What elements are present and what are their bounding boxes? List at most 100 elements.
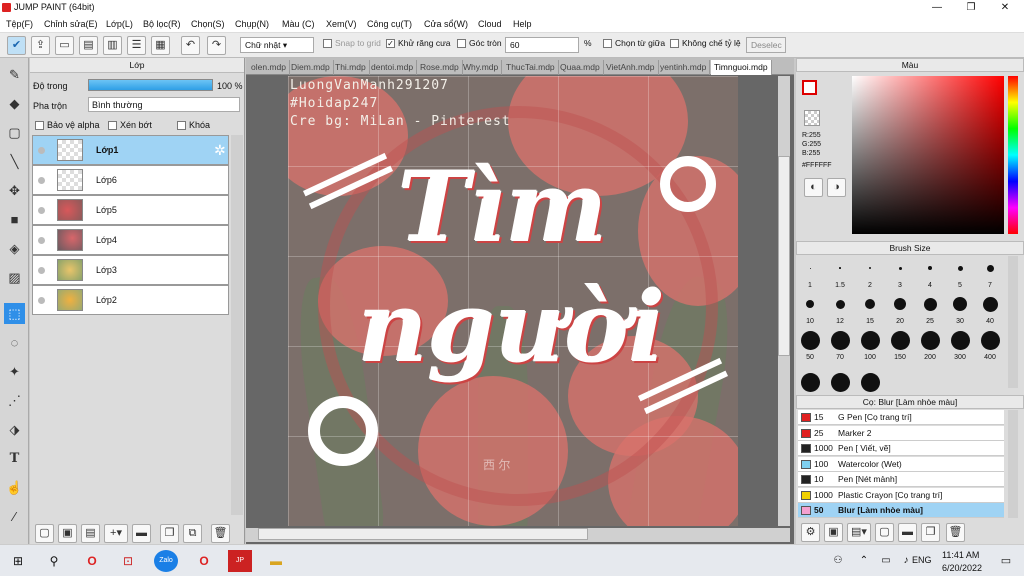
- brush-size-dot[interactable]: [800, 330, 820, 350]
- redo-icon[interactable]: ↷: [207, 36, 226, 55]
- tab-quaa[interactable]: Quaa.mdp: [557, 60, 604, 75]
- notification-icon[interactable]: ▭: [994, 550, 1018, 572]
- rectangle-icon[interactable]: ▢: [4, 122, 25, 143]
- hue-slider[interactable]: [1008, 76, 1018, 234]
- brush-row[interactable]: 1000 Plastic Crayon [Cọ trang trí]: [798, 487, 1004, 503]
- brush-row[interactable]: 1000 Pen [ Viết, vẽ]: [798, 441, 1004, 456]
- layer-scrollbar[interactable]: [231, 135, 243, 515]
- opacity-slider[interactable]: [88, 79, 213, 91]
- tray-up-icon[interactable]: ⌃: [852, 550, 876, 572]
- people-icon[interactable]: ⚇: [826, 550, 850, 572]
- brush-size-dot[interactable]: [986, 264, 994, 272]
- center-check[interactable]: Chọn từ giữa: [603, 38, 665, 49]
- brush-size-dot[interactable]: [861, 373, 880, 392]
- eyedropper-icon[interactable]: ⁄: [4, 506, 25, 527]
- message-icon[interactable]: ▤: [79, 36, 98, 55]
- tab-thuctai[interactable]: ThucTai.mdp: [503, 60, 559, 75]
- layer-row[interactable]: Lớp2: [32, 285, 229, 315]
- brush-size-dot[interactable]: [950, 330, 970, 350]
- page-icon[interactable]: ▥: [103, 36, 122, 55]
- menu-tools[interactable]: Công cụ(T): [367, 19, 412, 29]
- maximize-button[interactable]: ❐: [954, 0, 988, 16]
- brush-size-dot[interactable]: [831, 373, 850, 392]
- trash-icon[interactable]: 🗑: [211, 524, 230, 543]
- brush-size-dot[interactable]: [894, 298, 906, 310]
- palette-icon[interactable]: ◐: [804, 178, 823, 197]
- jump-paint-taskbar-icon[interactable]: JP: [228, 550, 252, 572]
- duplicate-icon[interactable]: ❐: [160, 524, 179, 543]
- menu-capture[interactable]: Chụp(N): [235, 19, 269, 29]
- brush-row[interactable]: 10 Pen [Nét mảnh]: [798, 472, 1004, 487]
- line-icon[interactable]: ╲: [4, 151, 25, 172]
- brush-settings-icon[interactable]: ⚙: [801, 523, 820, 542]
- brush-size-dot[interactable]: [980, 330, 1000, 350]
- brush-row[interactable]: 50 Blur [Làm nhòe màu]: [798, 503, 1004, 518]
- minimize-button[interactable]: —: [920, 0, 954, 16]
- layer-visibility-icon[interactable]: [38, 237, 45, 244]
- lasso-icon[interactable]: ◌: [4, 332, 25, 353]
- brush-size-dot[interactable]: [869, 267, 871, 269]
- blend-select[interactable]: Bình thường: [88, 97, 240, 112]
- menu-help[interactable]: Help: [513, 19, 532, 29]
- brush-size-dot[interactable]: [809, 267, 811, 269]
- comment-icon[interactable]: ▭: [55, 36, 74, 55]
- folder-icon[interactable]: ▬: [132, 524, 151, 543]
- brush-size-dot[interactable]: [928, 266, 932, 270]
- layer-visibility-icon[interactable]: [38, 207, 45, 214]
- tab-vietanh[interactable]: VietAnh.mdp: [603, 60, 659, 75]
- brush-size-scrollbar[interactable]: [1008, 256, 1018, 388]
- brush-size-dot[interactable]: [839, 267, 841, 269]
- start-icon[interactable]: ⊞: [6, 550, 30, 572]
- search-icon[interactable]: ⚲: [42, 550, 66, 572]
- brush-size-dot[interactable]: [806, 300, 814, 308]
- tab-yentinh[interactable]: yentinh.mdp: [657, 60, 711, 75]
- fixed-ratio-check[interactable]: Không chế tỷ lệ: [670, 38, 741, 49]
- menu-window[interactable]: Cửa sổ(W): [424, 19, 468, 29]
- brush-row[interactable]: 100 Watercolor (Wet): [798, 456, 1004, 472]
- brush-size-dot[interactable]: [982, 296, 998, 312]
- opera-gx-icon[interactable]: O: [192, 550, 216, 572]
- text-icon[interactable]: T: [4, 448, 25, 469]
- palette-2-icon[interactable]: ◑: [827, 178, 846, 197]
- file-explorer-icon[interactable]: ▬: [264, 550, 288, 572]
- snap-to-grid[interactable]: Snap to grid: [323, 38, 381, 49]
- app-icon-2[interactable]: ⊡: [116, 550, 140, 572]
- brush-size-dot[interactable]: [957, 265, 963, 271]
- pen-icon[interactable]: ✎: [4, 64, 25, 85]
- menu-edit[interactable]: Chỉnh sửa(E): [44, 19, 98, 29]
- new-layer-3-icon[interactable]: ▤: [81, 524, 100, 543]
- tab-dentoi[interactable]: dentoi.mdp: [368, 60, 418, 75]
- grid-icon[interactable]: ▦: [151, 36, 170, 55]
- layer-row[interactable]: Lớp1 ✲: [32, 135, 229, 165]
- clock-date[interactable]: 6/20/2022: [942, 563, 982, 573]
- language-indicator[interactable]: ENG: [912, 555, 932, 565]
- layer-visibility-icon[interactable]: [38, 147, 45, 154]
- clip-check[interactable]: Xén bớt: [108, 120, 152, 131]
- protect-alpha-check[interactable]: Bảo vệ alpha: [35, 120, 100, 131]
- select-eraser-icon[interactable]: ⬗: [4, 419, 25, 440]
- brush-duplicate-icon[interactable]: ❐: [921, 523, 940, 542]
- close-button[interactable]: ✕: [988, 0, 1022, 16]
- round-corner-check[interactable]: Góc tròn: [457, 38, 502, 49]
- fill-rect-icon[interactable]: ■: [4, 209, 25, 230]
- export-icon[interactable]: ⇪: [31, 36, 50, 55]
- layer-row[interactable]: Lớp6: [32, 165, 229, 195]
- round-value-input[interactable]: 60: [505, 37, 579, 53]
- color-picker[interactable]: [852, 76, 1004, 234]
- select-pen-icon[interactable]: ⋰: [4, 390, 25, 411]
- canvas-vscrollbar[interactable]: [778, 76, 790, 526]
- shape-select[interactable]: Chữ nhật ▾: [240, 37, 314, 53]
- add-layer-menu-icon[interactable]: +▾: [104, 524, 128, 543]
- tab-olen[interactable]: olen.mdp: [248, 60, 290, 75]
- brush-copy-icon[interactable]: ▢: [875, 523, 894, 542]
- antialias-check[interactable]: ✓ Khử răng cưa: [386, 38, 451, 49]
- menu-view[interactable]: Xem(V): [326, 19, 357, 29]
- opera-icon[interactable]: O: [80, 550, 104, 572]
- brush-size-dot[interactable]: [860, 330, 880, 350]
- tab-rose[interactable]: Rose.mdp: [417, 60, 463, 75]
- menu-cloud[interactable]: Cloud: [478, 19, 502, 29]
- canvas-hscrollbar[interactable]: [246, 528, 790, 542]
- layer-row[interactable]: Lớp3: [32, 255, 229, 285]
- layer-visibility-icon[interactable]: [38, 267, 45, 274]
- clock-time[interactable]: 11:41 AM: [942, 550, 979, 560]
